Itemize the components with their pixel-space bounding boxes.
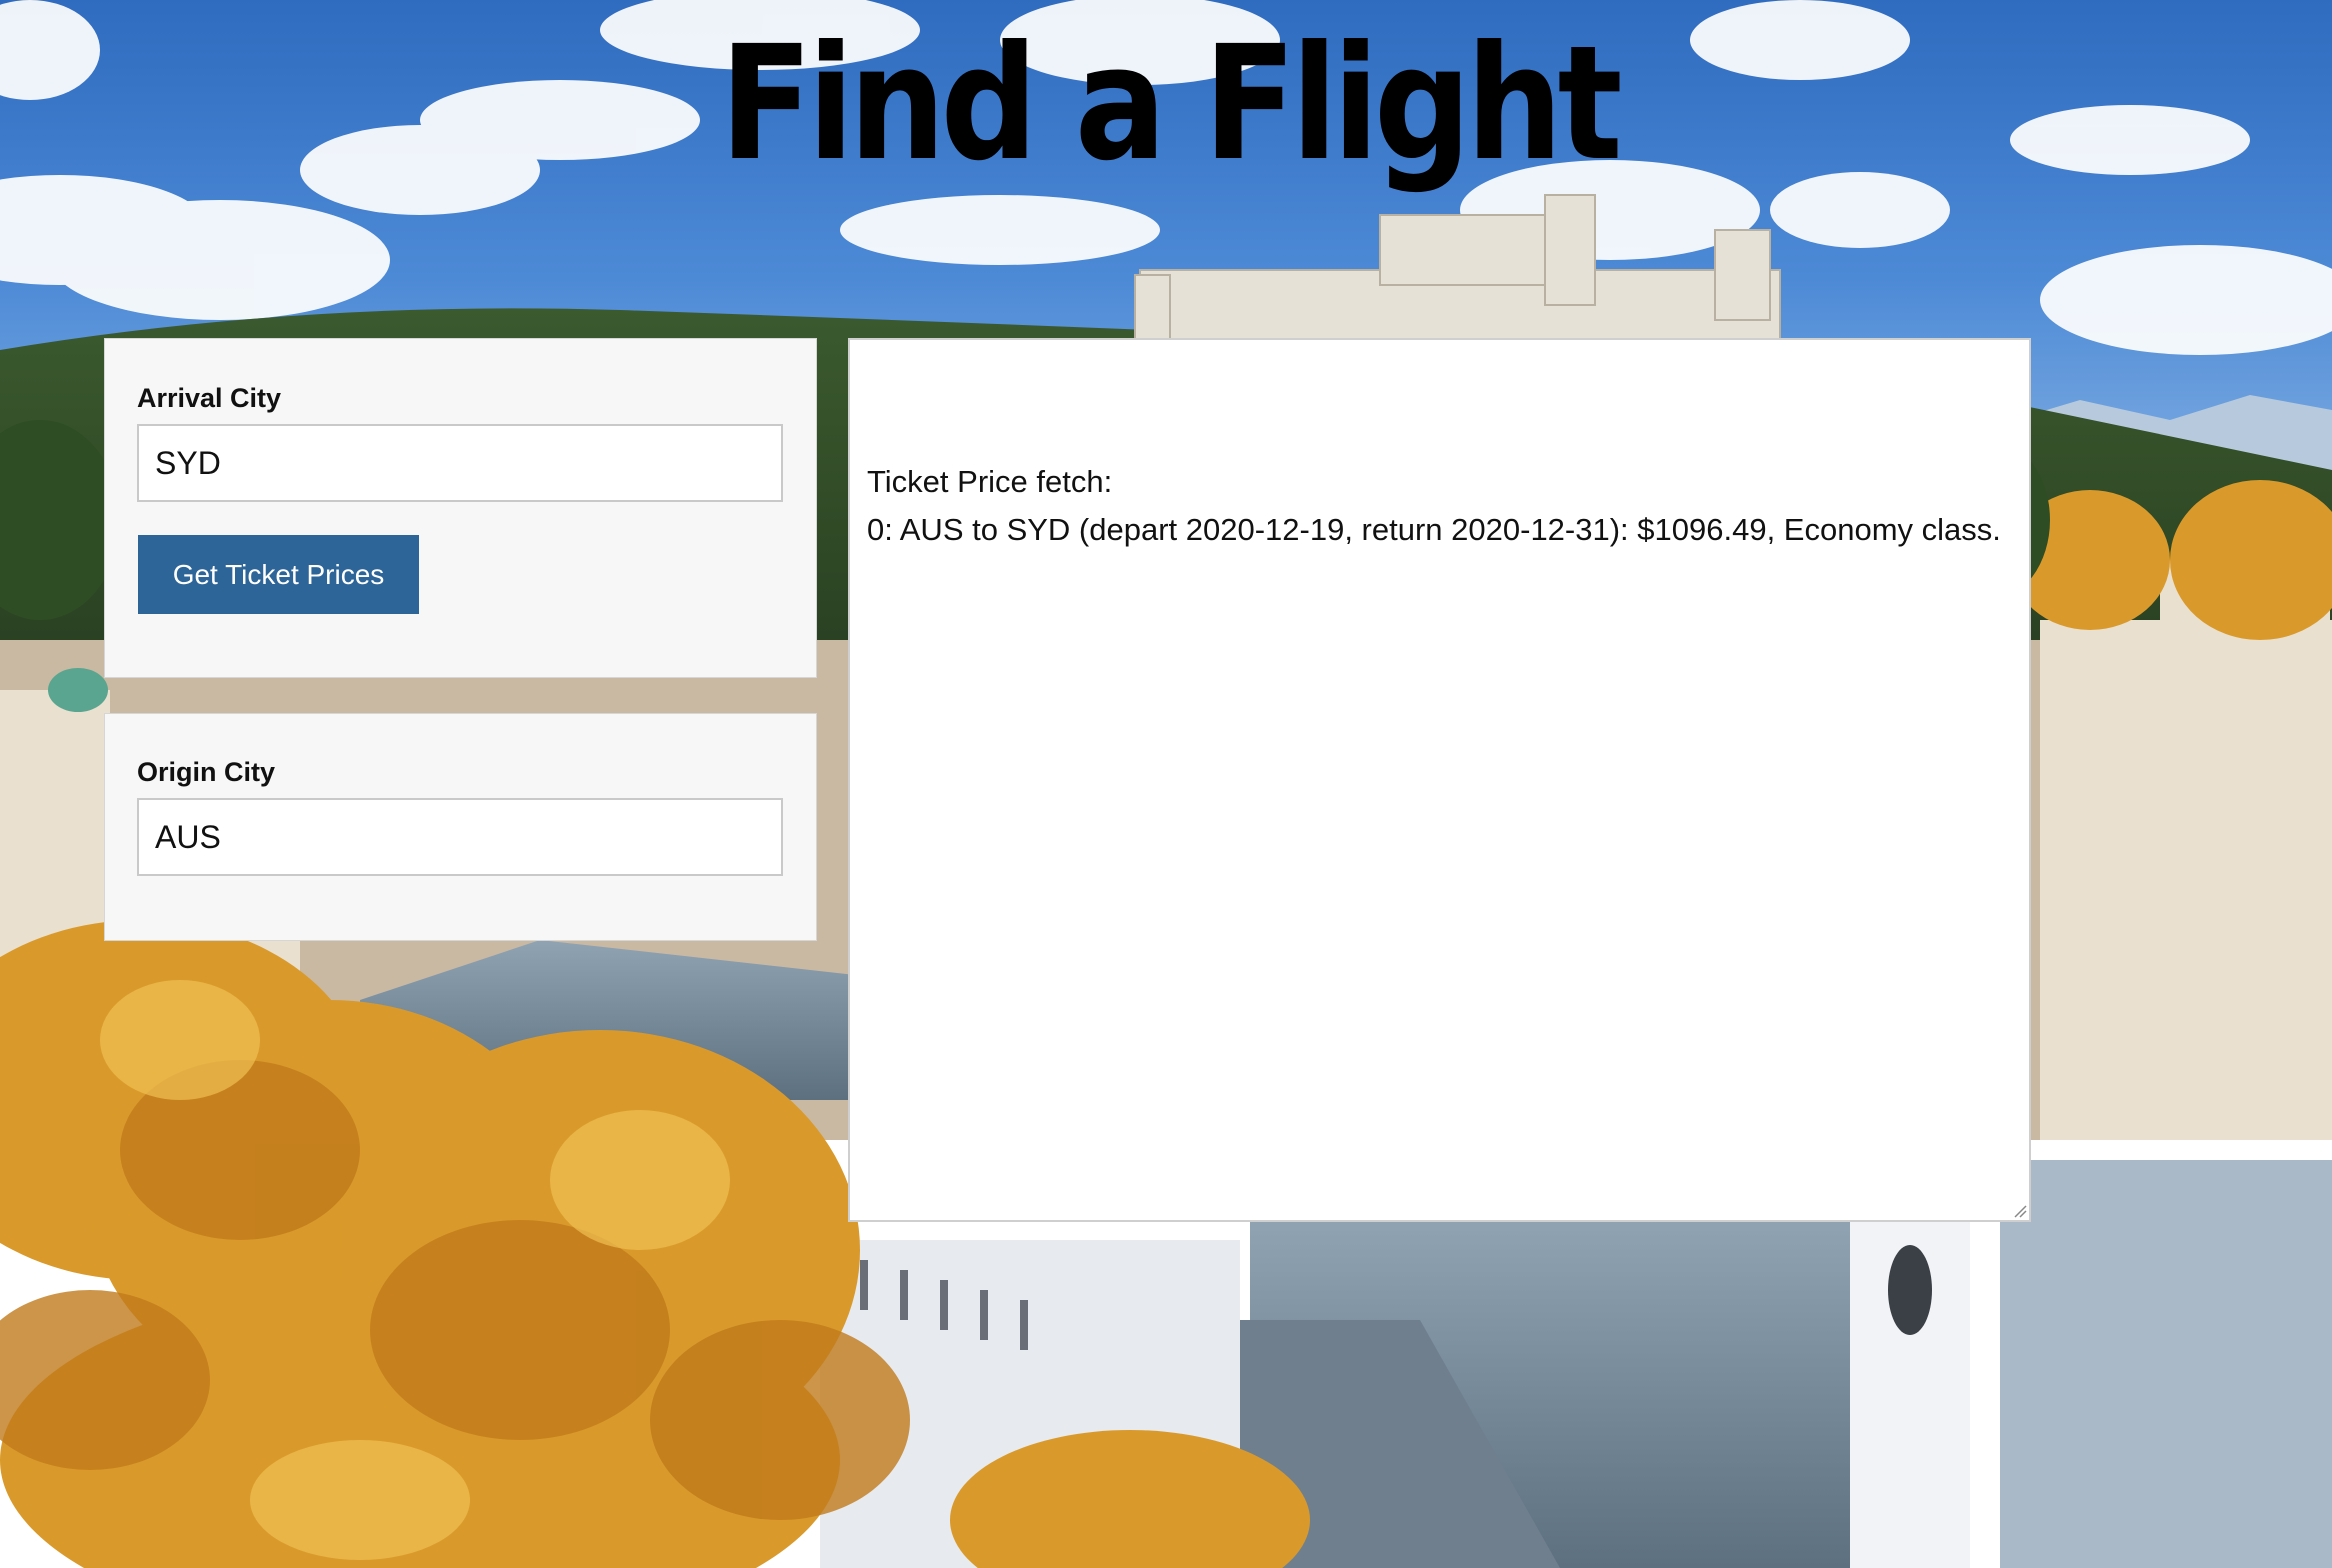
results-line: 0: AUS to SYD (depart 2020-12-19, return… [867,512,2001,547]
resize-grip-icon[interactable] [2011,1202,2027,1218]
arrival-city-label: Arrival City [137,383,282,413]
get-ticket-prices-button[interactable]: Get Ticket Prices [138,535,419,614]
arrival-panel: Arrival City Get Ticket Prices [104,338,817,678]
arrival-city-input[interactable] [137,424,783,502]
results-textarea[interactable]: Ticket Price fetch: 0: AUS to SYD (depar… [848,338,2031,1222]
results-heading: Ticket Price fetch: [867,464,1113,499]
origin-city-label: Origin City [137,757,276,787]
origin-city-input[interactable] [137,798,783,876]
origin-panel: Origin City [104,713,817,941]
page-title: Find a Flight [719,12,1623,196]
